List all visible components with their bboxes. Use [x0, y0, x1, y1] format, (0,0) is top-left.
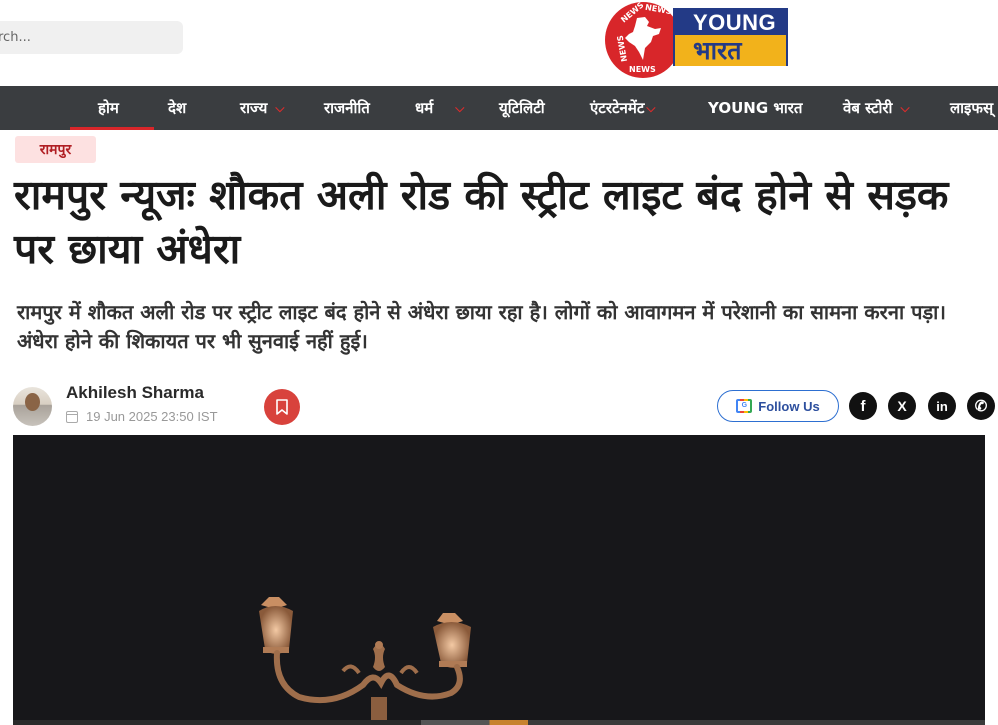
india-map-icon [625, 17, 661, 60]
search-placeholder: rch... [0, 30, 31, 45]
bookmark-icon [276, 399, 288, 415]
nav-item-rajneeti[interactable]: राजनीति [324, 86, 370, 130]
nav-item-rajya[interactable]: राज्य ⌵ [240, 86, 284, 130]
logo-wordmark: YOUNG भारत [673, 8, 788, 66]
logo-ring-text: NEWS [629, 65, 656, 74]
nav-item-entertainment[interactable]: एंटरटेनमेंट ⌵ [590, 86, 656, 130]
follow-us-label: Follow Us [758, 398, 820, 414]
article-headline: रामपुर न्यूजः शौकत अली रोड की स्ट्रीट ला… [14, 171, 949, 273]
nav-item-label: राज्य [240, 99, 268, 117]
chevron-down-icon: ⌵ [900, 100, 910, 115]
logo-young-text: YOUNG [675, 10, 786, 35]
nav-item-label: लाइफस् [950, 99, 994, 117]
nav-item-home[interactable]: होम [98, 86, 119, 130]
x-share-button[interactable]: X [888, 392, 916, 420]
nav-item-web-story[interactable]: वेब स्टोरी ⌵ [843, 86, 910, 130]
street-lamp-photo [259, 597, 471, 725]
nav-item-label: एंटरटेनमेंट [590, 99, 645, 117]
avatar-face [25, 393, 40, 411]
nav-item-young-bharat[interactable]: YOUNG भारत [708, 86, 802, 130]
logo-ring-text: NEWS [644, 2, 673, 17]
logo-bharat-text: भारत [675, 35, 786, 66]
chevron-down-icon: ⌵ [646, 100, 656, 115]
linkedin-icon: in [936, 398, 948, 414]
bookmark-button[interactable] [264, 389, 300, 425]
category-tag[interactable]: रामपुर [15, 136, 96, 163]
nav-item-dharm[interactable]: धर्म ⌵ [415, 86, 464, 130]
article-hero-image [13, 435, 985, 725]
site-logo[interactable]: NEWS NEWS NEWS NEWS YOUNG भारत [605, 2, 790, 78]
publish-date-text: 19 Jun 2025 23:50 IST [86, 409, 218, 424]
x-icon: X [897, 398, 907, 414]
chevron-down-icon: ⌵ [275, 100, 285, 115]
article-summary: रामपुर में शौकत अली रोड पर स्ट्रीट लाइट … [17, 300, 946, 353]
logo-emblem: NEWS NEWS NEWS NEWS [605, 2, 681, 78]
video-progress-strip [13, 720, 985, 725]
linkedin-share-button[interactable]: in [928, 392, 956, 420]
category-label: रामपुर [39, 142, 72, 158]
main-nav: होम देश राज्य ⌵ राजनीति धर्म ⌵ यूटिलिटी … [0, 86, 998, 130]
calendar-icon [66, 410, 78, 423]
nav-item-label: YOUNG भारत [708, 99, 803, 117]
author-name[interactable]: Akhilesh Sharma [66, 383, 204, 403]
search-input[interactable]: rch... [0, 21, 183, 54]
google-news-icon-letter: G [738, 401, 751, 411]
nav-item-desh[interactable]: देश [168, 86, 186, 130]
top-header: rch... NEWS NEWS NEWS NEWS YOUNG भारत [0, 0, 998, 86]
nav-item-label: धर्म [415, 99, 434, 117]
whatsapp-share-button[interactable]: ✆ [967, 392, 995, 420]
nav-item-label: देश [168, 99, 187, 117]
nav-active-indicator [70, 127, 154, 130]
nav-item-label: होम [98, 99, 119, 117]
publish-date: 19 Jun 2025 23:50 IST [66, 409, 218, 424]
nav-item-lifestyle[interactable]: लाइफस् [950, 86, 993, 130]
google-news-icon: G [736, 399, 753, 413]
nav-item-label: यूटिलिटी [499, 99, 545, 117]
chevron-down-icon: ⌵ [455, 100, 465, 115]
whatsapp-icon: ✆ [974, 398, 988, 415]
facebook-share-button[interactable]: f [849, 392, 877, 420]
author-avatar[interactable] [13, 387, 52, 426]
follow-us-button[interactable]: G Follow Us [717, 390, 839, 422]
nav-item-label: वेब स्टोरी [843, 99, 893, 117]
facebook-icon: f [860, 397, 866, 415]
nav-item-label: राजनीति [324, 99, 370, 117]
nav-item-utility[interactable]: यूटिलिटी [499, 86, 545, 130]
